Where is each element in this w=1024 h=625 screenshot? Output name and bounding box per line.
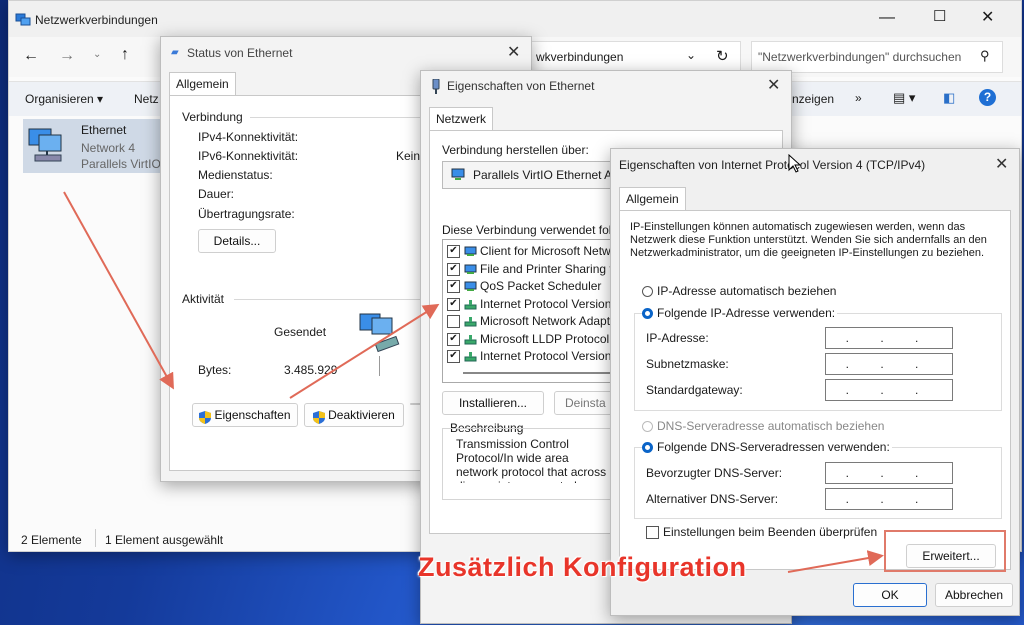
network-tab[interactable]: Netzwerk — [429, 107, 494, 130]
network-tab-label: Netzwerk — [436, 112, 487, 126]
ipv4-general-tab[interactable]: Allgemein — [619, 187, 686, 210]
mouse-cursor-icon — [788, 154, 802, 173]
annotation-arrows — [63, 191, 884, 573]
arrow-to-ipv4-item — [289, 303, 440, 399]
ipv4-tab-label: Allgemein — [626, 192, 679, 206]
arrow-to-advanced — [787, 550, 884, 573]
status-tab-general[interactable]: Allgemein — [169, 72, 236, 95]
status-tab-label: Allgemein — [176, 77, 229, 91]
arrow-to-properties — [63, 191, 174, 390]
